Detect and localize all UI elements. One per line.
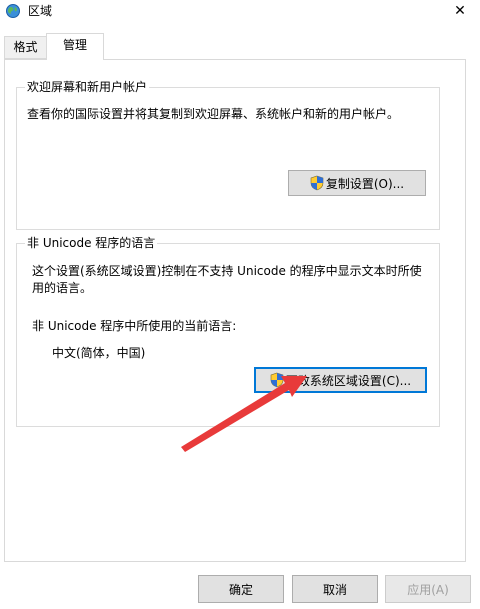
non-unicode-group-title: 非 Unicode 程序的语言	[25, 236, 158, 251]
welcome-group-title: 欢迎屏幕和新用户帐户	[25, 80, 150, 95]
change-system-locale-button[interactable]: 更改系统区域设置(C)...	[254, 367, 427, 393]
change-system-locale-label: 更改系统区域设置(C)...	[285, 373, 412, 388]
tab-manage[interactable]: 管理	[46, 33, 104, 60]
uac-shield-icon	[270, 372, 284, 388]
copy-settings-label: 复制设置(O)...	[325, 176, 405, 191]
current-language-label: 非 Unicode 程序中所使用的当前语言:	[32, 319, 237, 333]
welcome-group-description: 查看你的国际设置并将其复制到欢迎屏幕、系统帐户和新的用户帐户。	[27, 107, 400, 121]
uac-shield-icon	[310, 175, 324, 191]
non-unicode-group-description: 这个设置(系统区域设置)控制在不支持 Unicode 的程序中显示文本时所使用的…	[32, 264, 422, 295]
apply-button[interactable]: 应用(A)	[385, 575, 471, 603]
cancel-button[interactable]: 取消	[292, 575, 378, 603]
title-bar: 区域 ✕	[0, 0, 480, 24]
close-icon: ✕	[454, 3, 466, 19]
welcome-screen-group: 欢迎屏幕和新用户帐户 查看你的国际设置并将其复制到欢迎屏幕、系统帐户和新的用户帐…	[16, 80, 440, 230]
non-unicode-language-group: 非 Unicode 程序的语言 这个设置(系统区域设置)控制在不支持 Unico…	[16, 236, 440, 427]
current-language-value: 中文(简体，中国)	[52, 346, 146, 360]
globe-icon	[6, 4, 20, 18]
ok-button[interactable]: 确定	[198, 575, 284, 603]
close-button[interactable]: ✕	[440, 0, 480, 22]
copy-settings-button[interactable]: 复制设置(O)...	[288, 170, 426, 196]
tab-format[interactable]: 格式	[4, 36, 47, 59]
window-title: 区域	[28, 4, 53, 18]
